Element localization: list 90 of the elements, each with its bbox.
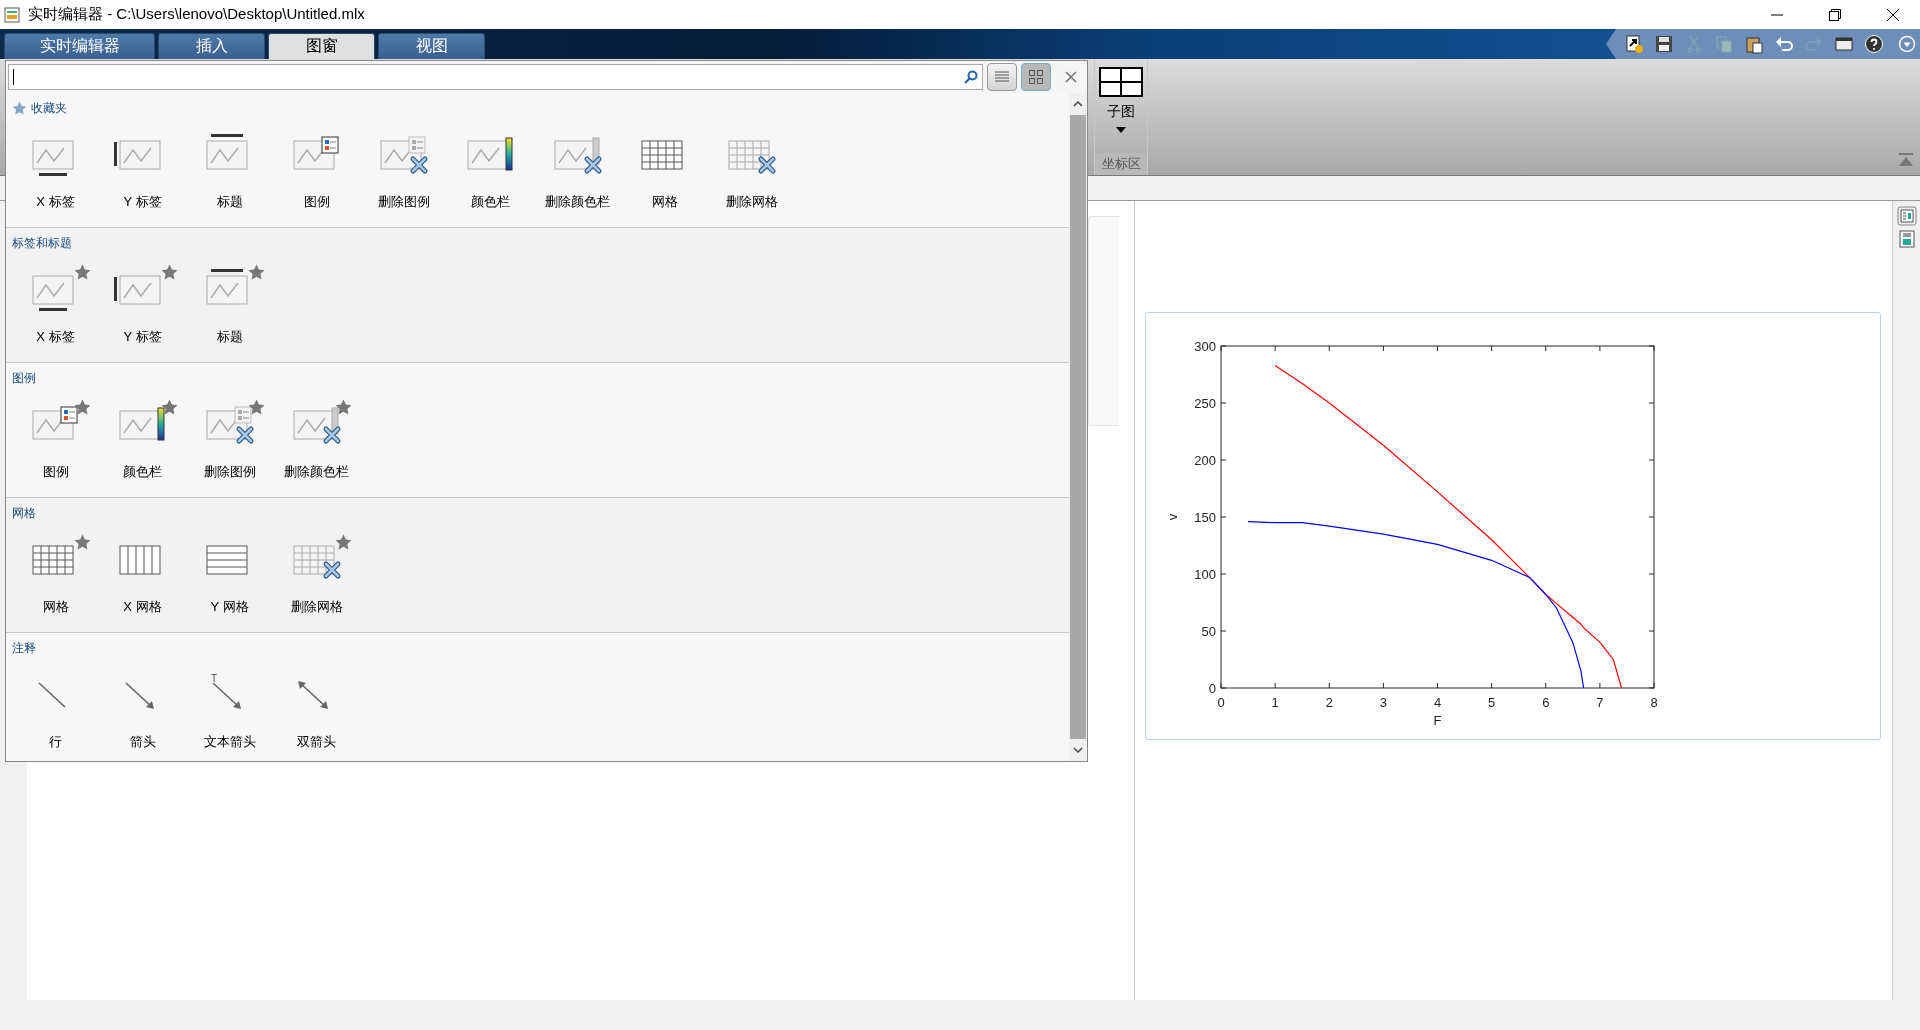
ribbon-tab[interactable]: 视图	[378, 33, 485, 59]
gallery-item[interactable]: Y 网格	[186, 534, 273, 616]
gallery-item[interactable]: Y 标签	[99, 264, 186, 346]
output-right-icon[interactable]	[1898, 230, 1915, 248]
ribbon-tab[interactable]: 实时编辑器	[4, 33, 155, 59]
grid-view-button[interactable]	[1021, 63, 1051, 91]
y-tick-label: 300	[1194, 339, 1216, 354]
arrow-icon	[124, 682, 154, 709]
gallery-item[interactable]: 标题	[186, 129, 273, 211]
search-field[interactable]	[8, 64, 983, 90]
gallery-item[interactable]: 删除网格	[273, 534, 360, 616]
gallery-item[interactable]: T 文本箭头	[186, 669, 273, 751]
star-icon	[12, 101, 27, 115]
scroll-down-icon[interactable]	[1072, 745, 1084, 755]
star-icon[interactable]	[160, 399, 178, 415]
y-tick-label: 0	[1208, 681, 1216, 696]
ribbon-tab[interactable]: 插入	[158, 33, 265, 59]
group-label: 坐标区	[1095, 153, 1147, 175]
gallery-item[interactable]: X 网格	[99, 534, 186, 616]
gallery-item[interactable]: 行	[12, 669, 99, 751]
gallery-item[interactable]: X 标签	[12, 264, 99, 346]
x-tick-label: 3	[1379, 695, 1387, 710]
subplot-button[interactable]: 子图	[1095, 59, 1147, 153]
gallery-item[interactable]: 双箭头	[273, 669, 360, 751]
window-icon[interactable]	[1834, 34, 1854, 54]
dropdown-icon[interactable]	[1898, 35, 1916, 53]
grid-icon	[1028, 69, 1044, 85]
gallery-item[interactable]: 删除颜色栏	[534, 129, 621, 211]
y-tick-label: 250	[1194, 396, 1216, 411]
gallery-item[interactable]: 图例	[12, 399, 99, 481]
collapse-ribbon-icon[interactable]	[1898, 153, 1914, 167]
search-icon[interactable]	[964, 70, 978, 84]
section-header: 网格	[12, 504, 36, 522]
x-tick-label: 2	[1325, 695, 1333, 710]
save-icon[interactable]	[1654, 34, 1674, 54]
y-tick-label: 50	[1201, 624, 1216, 639]
list-view-button[interactable]	[987, 63, 1017, 91]
scroll-up-icon[interactable]	[1072, 99, 1084, 109]
gallery-item[interactable]: 删除图例	[186, 399, 273, 481]
star-icon[interactable]	[334, 399, 352, 415]
window-title: 实时编辑器 - C:\Users\lenovo\Desktop\Untitled.mlx	[28, 5, 365, 24]
caret-icon	[1116, 127, 1126, 133]
x-axis-label: F	[1433, 713, 1442, 728]
y-axis-label: v	[1165, 513, 1180, 521]
new-icon[interactable]	[1624, 34, 1644, 54]
gallery-item[interactable]: X 标签	[12, 129, 99, 211]
gallery-item[interactable]: 删除网格	[708, 129, 795, 211]
app-icon	[4, 6, 20, 23]
gallery-item[interactable]: Y 标签	[99, 129, 186, 211]
gallery-item[interactable]: 网格	[12, 534, 99, 616]
section-header: 标签和标题	[12, 234, 72, 252]
y-tick-label: 150	[1194, 510, 1216, 525]
gallery-item[interactable]: 图例	[273, 129, 360, 211]
gallery-item[interactable]: 颜色栏	[99, 399, 186, 481]
section-header: 收藏夹	[31, 99, 67, 117]
gallery-item[interactable]: 标题	[186, 264, 273, 346]
line-icon	[37, 682, 66, 708]
x-tick-label: 6	[1542, 695, 1550, 710]
gallery-item[interactable]: 箭头	[99, 669, 186, 751]
gallery-item[interactable]: 网格	[621, 129, 708, 211]
close-icon[interactable]	[1886, 7, 1900, 22]
star-icon[interactable]	[73, 264, 91, 280]
list-icon	[994, 70, 1010, 84]
star-icon[interactable]	[160, 264, 178, 280]
x-tick-label: 8	[1650, 695, 1658, 710]
gallery-item[interactable]: 删除颜色栏	[273, 399, 360, 481]
star-icon[interactable]	[247, 264, 265, 280]
scrollbar-thumb[interactable]	[1070, 115, 1086, 739]
star-icon[interactable]	[247, 399, 265, 415]
star-icon[interactable]	[73, 534, 91, 550]
ribbon-tab[interactable]: 图窗	[268, 33, 375, 59]
star-icon[interactable]	[334, 534, 352, 550]
paste-icon[interactable]	[1744, 34, 1764, 54]
star-icon[interactable]	[73, 399, 91, 415]
gallery-item[interactable]: 删除图例	[360, 129, 447, 211]
y-tick-label: 100	[1194, 567, 1216, 582]
x-tick-label: 0	[1217, 695, 1225, 710]
x-tick-label: 1	[1271, 695, 1279, 710]
help-icon[interactable]	[1864, 34, 1884, 54]
subplot-grid-icon	[1099, 67, 1143, 97]
section-header: 注释	[12, 639, 36, 657]
x-tick-label: 7	[1596, 695, 1604, 710]
y-tick-label: 200	[1194, 453, 1216, 468]
double-arrow-icon	[297, 681, 328, 709]
x-tick-label: 5	[1488, 695, 1496, 710]
x-tick-label: 4	[1433, 695, 1442, 710]
output-inline-icon[interactable]	[1896, 206, 1917, 226]
restore-icon[interactable]	[1828, 7, 1842, 22]
gallery-item[interactable]: 颜色栏	[447, 129, 534, 211]
section-header: 图例	[12, 369, 36, 387]
